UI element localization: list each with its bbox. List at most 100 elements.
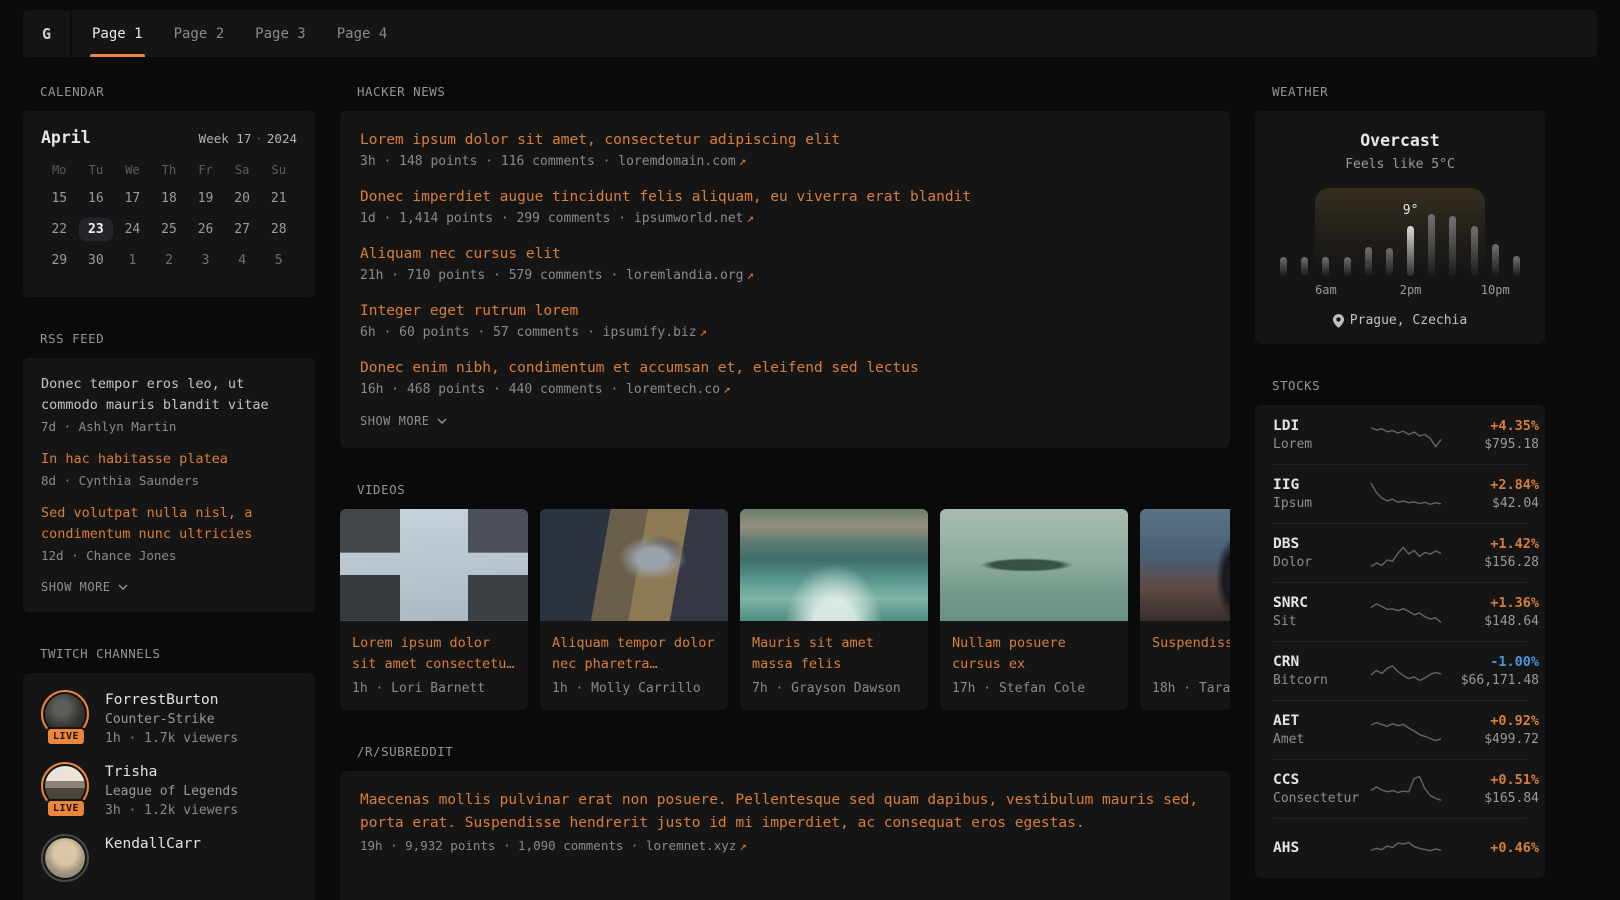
twitch-channel[interactable]: LIVE TrishaLeague of Legends3h · 1.2k vie… bbox=[41, 762, 297, 818]
stock-price: $148.64 bbox=[1445, 614, 1539, 629]
weather-feels-like: Feels like 5°C bbox=[1273, 157, 1527, 172]
stock-row[interactable]: CCSConsectetur+0.51%$165.84 bbox=[1273, 759, 1527, 818]
channel-info: TrishaLeague of Legends3h · 1.2k viewers bbox=[105, 762, 238, 818]
rss-widget: RSS FEED Donec tempor eros leo, ut commo… bbox=[23, 331, 315, 612]
video-thumbnail[interactable] bbox=[1140, 509, 1230, 621]
show-more-label: SHOW MORE bbox=[360, 414, 430, 428]
dashboard-page: G Page 1Page 2Page 3Page 4 CALENDAR Apri… bbox=[0, 0, 1620, 900]
weather-bar bbox=[1301, 257, 1308, 276]
weather-location-text: Prague, Czechia bbox=[1350, 313, 1467, 328]
stock-id: LDILorem bbox=[1273, 418, 1367, 452]
video-title[interactable]: Aliquam tempor dolor nec pharetra… bbox=[552, 633, 716, 675]
video-title[interactable]: Suspendisse diam bbox=[1152, 633, 1230, 675]
stock-change: +0.92% bbox=[1445, 713, 1539, 729]
stock-row[interactable]: AETAmet+0.92%$499.72 bbox=[1273, 700, 1527, 759]
calendar-day: 17 bbox=[114, 183, 151, 214]
calendar-day-number: 18 bbox=[161, 191, 177, 206]
app-logo[interactable]: G bbox=[23, 10, 72, 57]
twitch-avatar-wrap bbox=[41, 834, 91, 890]
stock-id: AHS bbox=[1273, 840, 1367, 856]
video-thumbnail[interactable] bbox=[340, 509, 528, 621]
hackernews-card: Lorem ipsum dolor sit amet, consectetur … bbox=[340, 111, 1230, 448]
live-badge: LIVE bbox=[46, 799, 86, 818]
hn-item-title[interactable]: Aliquam nec cursus elit bbox=[360, 243, 1210, 265]
rss-show-more-button[interactable]: SHOW MORE bbox=[41, 580, 297, 594]
hn-item: Lorem ipsum dolor sit amet, consectetur … bbox=[360, 129, 1210, 169]
stock-id: IIGIpsum bbox=[1273, 477, 1367, 511]
page-tabs: Page 1 Page 2 Page 3 Page 4 bbox=[90, 10, 389, 57]
stock-change: +2.84% bbox=[1445, 477, 1539, 493]
hn-item: Aliquam nec cursus elit21h · 710 points … bbox=[360, 243, 1210, 283]
calendar-day-header: Tu bbox=[78, 163, 115, 177]
tab-page-2[interactable]: Page 2 bbox=[172, 10, 227, 57]
twitch-channel[interactable]: LIVEForrestBurtonCounter-Strike1h · 1.7k… bbox=[41, 690, 297, 746]
calendar-days-grid: 1516171819202122232425262728293012345 bbox=[41, 183, 297, 276]
hn-item-title[interactable]: Lorem ipsum dolor sit amet, consectetur … bbox=[360, 129, 1210, 151]
twitch-avatar-wrap: LIVE bbox=[41, 762, 91, 818]
video-meta: 1h · Lori Barnett bbox=[352, 681, 516, 696]
external-link-icon: ↗ bbox=[747, 210, 755, 225]
weather-bar bbox=[1492, 244, 1499, 276]
stock-row[interactable]: AHS+0.46% bbox=[1273, 818, 1527, 877]
weather-bar-slot bbox=[1379, 188, 1400, 276]
video-title[interactable]: Nullam posuere cursus ex bbox=[952, 633, 1116, 675]
hackernews-show-more-button[interactable]: SHOW MORE bbox=[360, 414, 1210, 428]
video-meta: 18h · Tara bbox=[1152, 681, 1230, 696]
stock-row[interactable]: DBSDolor+1.42%$156.28 bbox=[1273, 523, 1527, 582]
chevron-down-icon bbox=[118, 584, 128, 590]
tab-page-3[interactable]: Page 3 bbox=[253, 10, 308, 57]
weather-bar bbox=[1471, 226, 1478, 276]
stock-row[interactable]: LDILorem+4.35%$795.18 bbox=[1273, 406, 1527, 464]
tab-page-4[interactable]: Page 4 bbox=[335, 10, 390, 57]
calendar-card: April Week 17·2024 MoTuWeThFrSaSu 151617… bbox=[23, 111, 315, 297]
hn-item-meta-text: 1d · 1,414 points · 299 comments · ipsum… bbox=[360, 211, 744, 226]
stock-row[interactable]: IIGIpsum+2.84%$42.04 bbox=[1273, 464, 1527, 523]
channel-meta: 1h · 1.7k viewers bbox=[105, 731, 238, 746]
video-thumbnail[interactable] bbox=[740, 509, 928, 621]
video-title[interactable]: Mauris sit amet massa felis bbox=[752, 633, 916, 675]
video-thumbnail[interactable] bbox=[940, 509, 1128, 621]
calendar-day: 5 bbox=[260, 245, 297, 276]
calendar-day: 1 bbox=[114, 245, 151, 276]
stock-sparkline-wrap bbox=[1367, 713, 1445, 747]
calendar-day-header: Th bbox=[151, 163, 188, 177]
twitch-channel[interactable]: KendallCarr bbox=[41, 834, 297, 890]
calendar-day: 22 bbox=[41, 214, 78, 245]
tab-page-1[interactable]: Page 1 bbox=[90, 10, 145, 57]
stock-sparkline-wrap bbox=[1367, 772, 1445, 806]
video-thumbnail[interactable] bbox=[540, 509, 728, 621]
rss-card: Donec tempor eros leo, ut commodo mauris… bbox=[23, 358, 315, 612]
hn-item-title[interactable]: Donec enim nibh, condimentum et accumsan… bbox=[360, 357, 1210, 379]
video-meta: 1h · Molly Carrillo bbox=[552, 681, 716, 696]
external-link-icon: ↗ bbox=[739, 153, 747, 168]
weather-bar-current bbox=[1407, 226, 1414, 276]
subreddit-card: Maecenas mollis pulvinar erat non posuer… bbox=[340, 771, 1230, 900]
time-label: 6am bbox=[1315, 283, 1337, 297]
hn-item: Donec enim nibh, condimentum et accumsan… bbox=[360, 357, 1210, 397]
video-title[interactable]: Lorem ipsum dolor sit amet consectetu… bbox=[352, 633, 516, 675]
location-pin-icon bbox=[1333, 314, 1344, 328]
stock-values: +2.84%$42.04 bbox=[1445, 477, 1539, 511]
hn-item-title[interactable]: Integer eget rutrum lorem bbox=[360, 300, 1210, 322]
subreddit-post-title[interactable]: Maecenas mollis pulvinar erat non posuer… bbox=[360, 789, 1210, 835]
calendar-day: 4 bbox=[224, 245, 261, 276]
stock-name: Ipsum bbox=[1273, 496, 1367, 511]
weather-bar-slot bbox=[1273, 188, 1294, 276]
weather-condition: Overcast bbox=[1273, 131, 1527, 150]
stock-name: Dolor bbox=[1273, 555, 1367, 570]
weather-bar-slot bbox=[1294, 188, 1315, 276]
subreddit-post-meta-text: 19h · 9,932 points · 1,090 comments · lo… bbox=[360, 838, 736, 853]
stock-row[interactable]: CRNBitcorn-1.00%$66,171.48 bbox=[1273, 641, 1527, 700]
hn-item-title[interactable]: Donec imperdiet augue tincidunt felis al… bbox=[360, 186, 1210, 208]
weather-bar bbox=[1344, 257, 1351, 276]
external-link-icon: ↗ bbox=[723, 381, 731, 396]
twitch-widget: TWITCH CHANNELS LIVEForrestBurtonCounter… bbox=[23, 646, 315, 900]
stock-change: +0.46% bbox=[1445, 840, 1539, 856]
weather-bar bbox=[1428, 214, 1435, 276]
rss-item-title[interactable]: Donec tempor eros leo, ut commodo mauris… bbox=[41, 374, 297, 416]
calendar-day: 20 bbox=[224, 183, 261, 214]
rss-item-title[interactable]: Sed volutpat nulla nisl, a condimentum n… bbox=[41, 503, 297, 545]
video-body: Mauris sit amet massa felis7h · Grayson … bbox=[740, 621, 928, 710]
rss-item-title[interactable]: In hac habitasse platea bbox=[41, 449, 297, 470]
stock-row[interactable]: SNRCSit+1.36%$148.64 bbox=[1273, 582, 1527, 641]
